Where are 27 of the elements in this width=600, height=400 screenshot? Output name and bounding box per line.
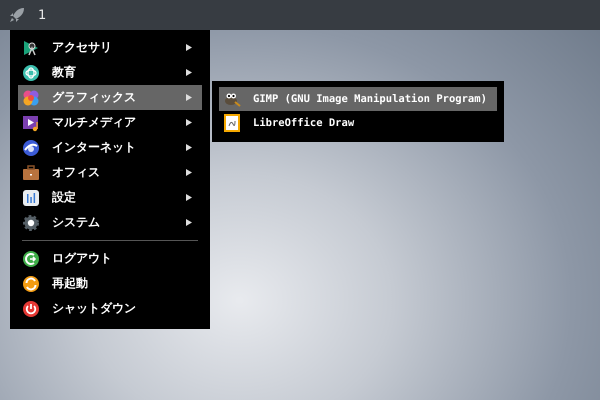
petals-icon bbox=[22, 88, 40, 106]
restart-icon bbox=[22, 274, 40, 292]
menu-item[interactable]: ログアウト bbox=[18, 246, 202, 271]
menu-item[interactable]: マルチメディア bbox=[18, 110, 202, 135]
logout-icon bbox=[22, 250, 40, 268]
tools-icon bbox=[22, 38, 40, 56]
menu-item[interactable]: シャットダウン bbox=[18, 296, 202, 321]
menu-item[interactable]: 再起動 bbox=[18, 271, 202, 296]
menu-item[interactable]: 教育 bbox=[18, 60, 202, 85]
rocket-icon[interactable] bbox=[8, 6, 26, 24]
sliders-icon bbox=[22, 188, 40, 206]
menu-item[interactable]: LibreOffice Draw bbox=[219, 111, 497, 135]
power-icon bbox=[22, 300, 40, 318]
menu-item[interactable]: アクセサリ bbox=[18, 35, 202, 60]
film-note-icon bbox=[22, 114, 40, 132]
drawing-document-icon bbox=[223, 114, 241, 132]
menu-item[interactable]: オフィス bbox=[18, 160, 202, 185]
gear-icon bbox=[22, 214, 40, 232]
globe-icon bbox=[22, 138, 40, 156]
menu-item[interactable]: 設定 bbox=[18, 185, 202, 210]
atom-icon bbox=[22, 64, 40, 82]
menu-item[interactable]: システム bbox=[18, 210, 202, 235]
workspace-number[interactable]: 1 bbox=[38, 8, 46, 22]
menu-item[interactable]: グラフィックス bbox=[18, 85, 202, 110]
menu-item[interactable]: GIMP (GNU Image Manipulation Program) bbox=[219, 87, 497, 111]
briefcase-icon bbox=[22, 164, 40, 182]
menu-item[interactable]: インターネット bbox=[18, 135, 202, 160]
